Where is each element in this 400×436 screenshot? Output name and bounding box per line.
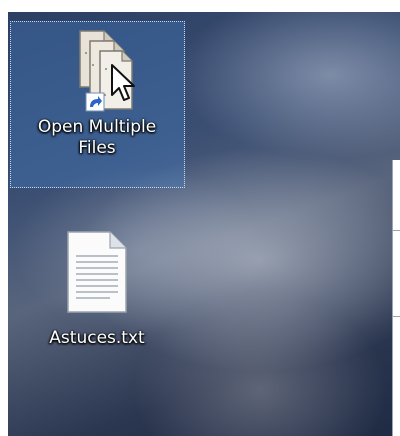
desktop-icon-label: Open Multiple Files xyxy=(37,117,157,158)
desktop-icon-astuces-txt[interactable]: Astuces.txt xyxy=(12,228,182,349)
open-multiple-files-shortcut-icon xyxy=(79,30,135,112)
text-file-icon xyxy=(67,231,127,313)
window-border-top xyxy=(0,0,400,12)
desktop-icon-label: Astuces.txt xyxy=(49,328,145,348)
shortcut-arrow-icon xyxy=(85,92,105,112)
background-window-edge[interactable] xyxy=(392,160,400,436)
desktop-icon-open-multiple-files[interactable]: Open Multiple Files xyxy=(12,25,182,159)
window-edge-line xyxy=(393,230,400,231)
window-edge-line xyxy=(393,316,400,317)
desktop[interactable]: Open Multiple Files Astuces.txt xyxy=(0,0,400,436)
window-border-left xyxy=(0,12,8,436)
